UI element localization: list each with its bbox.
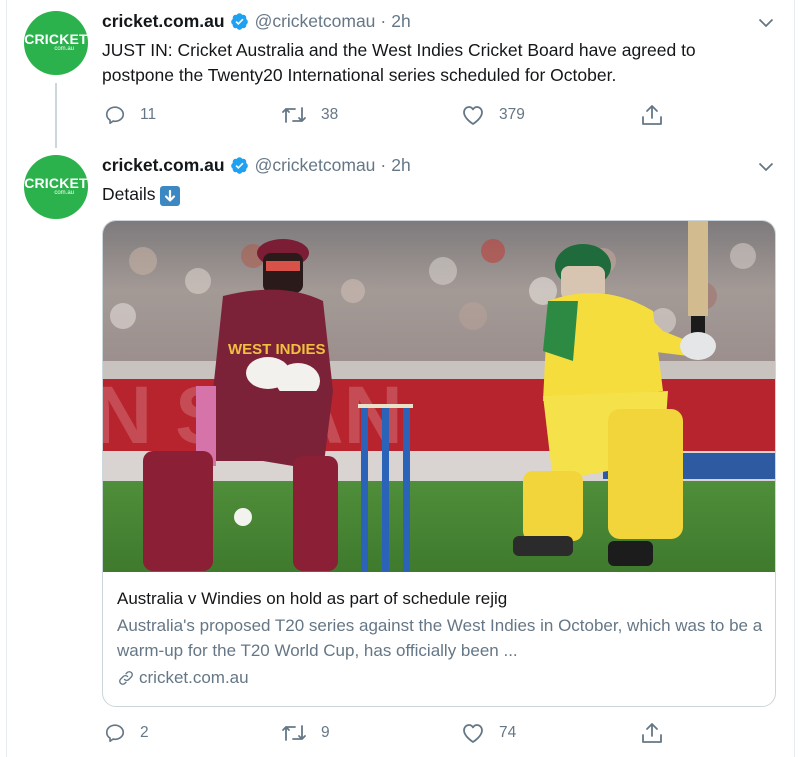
chevron-down-icon[interactable] [755, 15, 777, 31]
retweet-button[interactable]: 9 [281, 722, 330, 744]
share-icon [642, 105, 662, 125]
retweet-button[interactable]: 38 [281, 104, 338, 126]
avatar[interactable]: CRICKET com.au [24, 11, 88, 75]
heart-icon [463, 106, 483, 125]
reply-button[interactable]: 2 [104, 722, 149, 744]
retweet-count: 38 [321, 106, 339, 123]
down-arrow-emoji [159, 186, 180, 206]
share-button[interactable] [640, 104, 678, 126]
verified-badge-icon [230, 156, 249, 175]
tweet-text: JUST IN: Cricket Australia and the West … [102, 40, 696, 85]
avatar-logo-sub: com.au [54, 190, 74, 196]
user-handle[interactable]: @cricketcomau [255, 11, 376, 32]
avatar-logo-text: CRICKET [24, 175, 88, 191]
timestamp[interactable]: 2h [391, 155, 410, 176]
card-body: Australia v Windies on hold as part of s… [117, 587, 767, 688]
tweet-text-content: Details [102, 184, 156, 204]
link-card[interactable]: N SSAN WEST INDIES [102, 220, 776, 707]
reply-count: 2 [140, 724, 149, 741]
heart-icon [463, 724, 483, 743]
timestamp[interactable]: 2h [391, 11, 410, 32]
like-count: 74 [499, 724, 517, 741]
user-handle[interactable]: @cricketcomau [255, 155, 376, 176]
reply-button[interactable]: 11 [104, 104, 156, 126]
share-icon [642, 723, 662, 743]
tweet-header: cricket.com.au @cricketcomau · 2h [102, 11, 411, 32]
tweet-text: Details [102, 182, 502, 207]
retweet-icon [282, 725, 306, 741]
chevron-down-icon[interactable] [755, 159, 777, 175]
card-image[interactable]: N SSAN WEST INDIES [103, 221, 775, 572]
avatar[interactable]: CRICKET com.au [24, 155, 88, 219]
card-link[interactable]: cricket.com.au [117, 668, 767, 688]
card-description: Australia's proposed T20 series against … [117, 616, 763, 660]
thread-connector [55, 83, 57, 148]
display-name[interactable]: cricket.com.au [102, 155, 225, 176]
card-image-text: WEST INDIES [228, 341, 326, 358]
tweet-header: cricket.com.au @cricketcomau · 2h [102, 155, 411, 176]
separator: · [380, 155, 387, 175]
like-button[interactable]: 74 [461, 722, 516, 744]
card-link-text[interactable]: cricket.com.au [139, 668, 249, 688]
verified-badge-icon [230, 12, 249, 31]
like-count: 379 [499, 106, 525, 123]
avatar-logo-text: CRICKET [24, 31, 88, 47]
card-title[interactable]: Australia v Windies on hold as part of s… [117, 587, 767, 611]
reply-icon [105, 106, 125, 125]
separator: · [380, 11, 387, 31]
reply-count: 11 [140, 106, 157, 123]
share-button[interactable] [640, 722, 678, 744]
retweet-count: 9 [321, 724, 330, 741]
link-icon [119, 671, 133, 685]
retweet-icon [282, 107, 306, 123]
display-name[interactable]: cricket.com.au [102, 11, 225, 32]
reply-icon [105, 724, 125, 743]
like-button[interactable]: 379 [461, 104, 525, 126]
avatar-logo-sub: com.au [54, 46, 74, 52]
